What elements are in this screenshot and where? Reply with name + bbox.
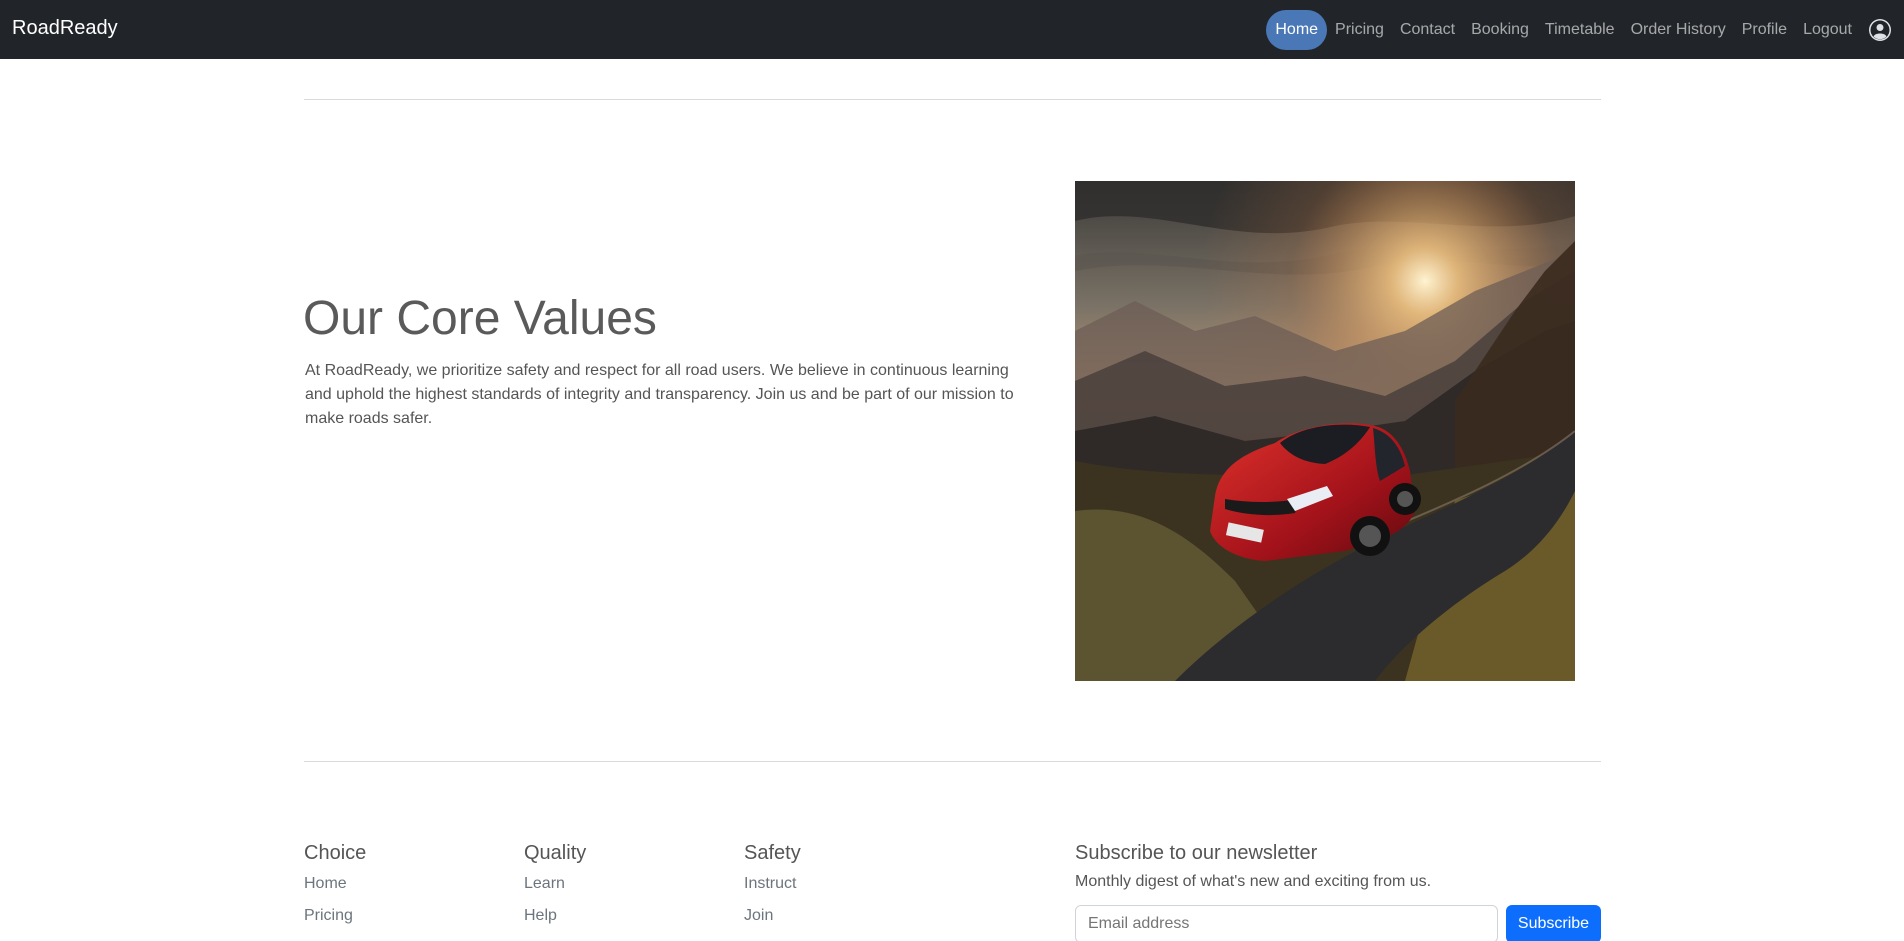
nav-logout[interactable]: Logout (1795, 10, 1860, 50)
nav-menu: Home Pricing Contact Booking Timetable O… (1266, 0, 1904, 59)
footer-col-choice: Choice Home Pricing (304, 842, 366, 937)
footer-link-home[interactable]: Home (304, 873, 366, 905)
top-navbar: RoadReady Home Pricing Contact Booking T… (0, 0, 1904, 59)
hero-description: At RoadReady, we prioritize safety and r… (305, 362, 1014, 427)
newsletter-description: Monthly digest of what's new and excitin… (1075, 873, 1432, 890)
nav-profile[interactable]: Profile (1734, 10, 1795, 50)
footer-heading-quality: Quality (524, 842, 587, 864)
footer-link-join[interactable]: Join (744, 905, 801, 937)
newsletter-title: Subscribe to our newsletter (1075, 842, 1318, 864)
nav-order-history[interactable]: Order History (1623, 10, 1734, 50)
footer-link-pricing[interactable]: Pricing (304, 905, 366, 937)
red-car-mountain-road-image (1075, 181, 1575, 681)
nav-contact[interactable]: Contact (1392, 10, 1463, 50)
footer-col-quality: Quality Learn Help (524, 842, 586, 937)
nav-home[interactable]: Home (1266, 9, 1328, 50)
newsletter-form: Subscribe (1075, 905, 1601, 941)
nav-timetable[interactable]: Timetable (1537, 10, 1623, 50)
brand-logo[interactable]: RoadReady (12, 17, 118, 40)
footer-link-learn[interactable]: Learn (524, 873, 586, 905)
footer-divider (304, 761, 1601, 762)
newsletter-section: Subscribe to our newsletter Monthly dige… (1075, 842, 1601, 941)
top-divider (304, 99, 1601, 100)
footer-col-safety: Safety Instruct Join (744, 842, 801, 937)
user-circle-icon[interactable] (1868, 18, 1892, 42)
nav-pricing[interactable]: Pricing (1327, 10, 1392, 50)
footer-link-instruct[interactable]: Instruct (744, 873, 801, 905)
subscribe-button[interactable]: Subscribe (1506, 905, 1601, 941)
footer-link-help[interactable]: Help (524, 905, 586, 937)
page-title: Our Core Values (303, 292, 657, 345)
email-input[interactable] (1075, 905, 1498, 941)
nav-booking[interactable]: Booking (1463, 10, 1537, 50)
footer-heading-safety: Safety (744, 842, 801, 864)
footer-heading-choice: Choice (304, 842, 367, 864)
